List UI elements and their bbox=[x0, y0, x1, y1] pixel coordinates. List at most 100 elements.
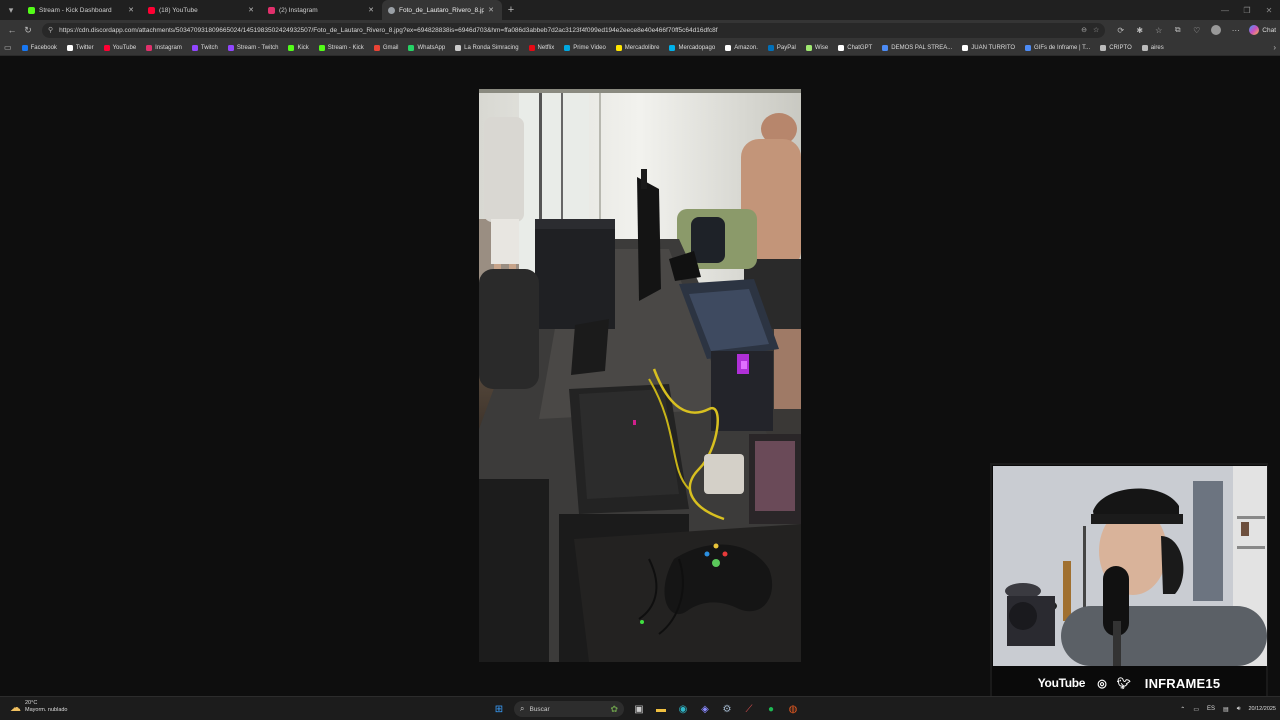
webcam-overlay: YouTube ◎ 🐦︎ INFRAME15 bbox=[990, 463, 1268, 704]
close-tab-icon[interactable]: ✕ bbox=[368, 6, 374, 14]
bookmark-paypal[interactable]: PayPal bbox=[767, 44, 796, 51]
weather-widget[interactable]: ☁ 20°C Mayorm. nublado bbox=[10, 700, 68, 714]
tab-instagram[interactable]: (2) Instagram ✕ bbox=[262, 0, 382, 20]
favorite-star-icon[interactable]: ☆ bbox=[1093, 26, 1099, 34]
reload-button[interactable]: ↻ bbox=[20, 22, 36, 38]
maximize-icon[interactable]: ❐ bbox=[1236, 0, 1258, 20]
youtube-icon bbox=[148, 6, 155, 14]
collections-icon[interactable]: ⧉ bbox=[1168, 22, 1187, 38]
bookmark-cripto[interactable]: CRIPTO bbox=[1100, 44, 1132, 51]
bookmark-twitch[interactable]: Twitch bbox=[191, 44, 218, 51]
volume-icon[interactable]: 🔊︎ bbox=[1237, 706, 1241, 713]
bookmark-label: Wise bbox=[814, 44, 829, 51]
network-icon[interactable]: ▤ bbox=[1223, 706, 1229, 713]
favorites-icon[interactable]: ☆ bbox=[1149, 22, 1168, 38]
bookmark-favicon-icon bbox=[1025, 44, 1032, 51]
extension-icon[interactable]: ⟳ bbox=[1111, 22, 1130, 38]
settings-more-icon[interactable]: ⋯ bbox=[1226, 22, 1245, 38]
bookmark-label: Mercadopago bbox=[678, 44, 716, 51]
bookmark-favicon-icon bbox=[373, 44, 380, 51]
more-bookmarks-icon[interactable]: › bbox=[1273, 43, 1276, 52]
start-menu-icon[interactable]: ⊞ bbox=[488, 700, 510, 718]
close-tab-icon[interactable]: ✕ bbox=[488, 6, 494, 14]
address-toolbar: ← ↻ ⚲ https://cdn.discordapp.com/attachm… bbox=[0, 20, 1280, 40]
language-indicator[interactable]: ES bbox=[1207, 706, 1215, 712]
bookmark-youtube[interactable]: YouTube bbox=[103, 44, 136, 51]
instagram-icon bbox=[268, 6, 275, 14]
steam-icon[interactable]: ⚙ bbox=[716, 700, 738, 718]
new-tab-button[interactable]: + bbox=[502, 0, 520, 20]
bookmark-kick[interactable]: Kick bbox=[288, 44, 309, 51]
bookmark-stream-kick[interactable]: Stream - Kick bbox=[318, 44, 364, 51]
bookmark-favicon-icon bbox=[1100, 44, 1107, 51]
bookmark-favicon-icon bbox=[1141, 44, 1148, 51]
task-view-icon[interactable]: ▣ bbox=[628, 700, 650, 718]
close-window-icon[interactable]: ✕ bbox=[1258, 0, 1280, 20]
close-tab-icon[interactable]: ✕ bbox=[248, 6, 254, 14]
obs-icon[interactable]: ◍ bbox=[782, 700, 804, 718]
bookmark-demos-pal-strea[interactable]: DEMOS PAL STREA... bbox=[882, 44, 952, 51]
bookmark-label: WhatsApp bbox=[417, 44, 446, 51]
tab-kick-dashboard[interactable]: Stream - Kick Dashboard ✕ bbox=[22, 0, 142, 20]
twitter-icon: 🐦︎ bbox=[1116, 677, 1131, 690]
davinci-resolve-icon[interactable]: ⟋ bbox=[738, 700, 760, 718]
file-explorer-icon[interactable]: ▬ bbox=[650, 700, 672, 718]
tab-label: (18) YouTube bbox=[159, 6, 198, 14]
extensions-puzzle-icon[interactable]: ✱ bbox=[1130, 22, 1149, 38]
discord-icon[interactable]: ◈ bbox=[694, 700, 716, 718]
apps-icon[interactable]: ▭ bbox=[4, 43, 12, 52]
tray-app-icon[interactable]: ▭ bbox=[1193, 706, 1199, 713]
bookmark-twitter[interactable]: Twitter bbox=[66, 44, 94, 51]
social-handles: YouTube ◎ 🐦︎ INFRAME15 bbox=[992, 668, 1266, 698]
spotify-icon[interactable]: ● bbox=[760, 700, 782, 718]
bookmark-whatsapp[interactable]: WhatsApp bbox=[408, 44, 446, 51]
bookmark-aires[interactable]: aires bbox=[1141, 44, 1164, 51]
zoom-icon[interactable]: ⊖ bbox=[1081, 26, 1087, 34]
tab-strip: ▾ Stream - Kick Dashboard ✕ (18) YouTube… bbox=[0, 0, 1280, 20]
bookmark-stream-twitch[interactable]: Stream - Twitch bbox=[227, 44, 278, 51]
bookmark-label: Twitter bbox=[75, 44, 94, 51]
bookmark-mercadolibre[interactable]: Mercadolibre bbox=[615, 44, 659, 51]
bookmark-favicon-icon bbox=[767, 44, 774, 51]
bookmark-wise[interactable]: Wise bbox=[805, 44, 829, 51]
instagram-icon: ◎ bbox=[1097, 677, 1107, 690]
close-tab-icon[interactable]: ✕ bbox=[128, 6, 134, 14]
cloudy-weather-icon: ☁ bbox=[10, 701, 21, 714]
tab-actions-icon[interactable]: ▾ bbox=[0, 0, 22, 20]
browser-essentials-icon[interactable]: ♡ bbox=[1187, 22, 1206, 38]
tab-label: Stream - Kick Dashboard bbox=[39, 6, 112, 14]
copilot-chat-button[interactable]: Chat bbox=[1249, 25, 1276, 35]
edge-browser-icon[interactable]: ◉ bbox=[672, 700, 694, 718]
site-info-icon[interactable]: ⚲ bbox=[48, 26, 53, 34]
bookmark-favicon-icon bbox=[318, 44, 325, 51]
bookmark-list: Facebook Twitter YouTube Instagram Twitch Str… bbox=[21, 44, 1174, 51]
tab-foto-jpg[interactable]: Foto_de_Lautaro_Rivero_8.jpg (720 ✕ bbox=[382, 0, 502, 20]
bookmark-favicon-icon bbox=[882, 44, 889, 51]
bookmark-chatgpt[interactable]: ChatGPT bbox=[838, 44, 872, 51]
bookmark-instagram[interactable]: Instagram bbox=[146, 44, 182, 51]
window-controls: — ❐ ✕ bbox=[1214, 0, 1280, 20]
bookmark-prime-video[interactable]: Prime Video bbox=[564, 44, 606, 51]
bookmark-amazon[interactable]: Amazon. bbox=[725, 44, 758, 51]
bookmark-juan-turrito[interactable]: JUAN TURRITO bbox=[962, 44, 1016, 51]
minimize-icon[interactable]: — bbox=[1214, 0, 1236, 20]
system-tray: ⌃ ▭ ES ▤ 🔊︎ 20/12/2025 bbox=[1172, 699, 1276, 719]
clock[interactable]: 20/12/2025 bbox=[1248, 706, 1276, 713]
bookmark-gmail[interactable]: Gmail bbox=[373, 44, 398, 51]
back-button[interactable]: ← bbox=[4, 22, 20, 38]
bookmark-label: JUAN TURRITO bbox=[971, 44, 1016, 51]
taskbar-search[interactable]: ⌕ Buscar ✿ bbox=[514, 701, 624, 717]
tray-overflow-icon[interactable]: ⌃ bbox=[1180, 706, 1185, 713]
bookmark-netflix[interactable]: Netflix bbox=[528, 44, 554, 51]
bookmark-mercadopago[interactable]: Mercadopago bbox=[669, 44, 716, 51]
bookmark-facebook[interactable]: Facebook bbox=[21, 44, 57, 51]
tab-youtube[interactable]: (18) YouTube ✕ bbox=[142, 0, 262, 20]
tab-label: (2) Instagram bbox=[279, 6, 318, 14]
address-bar[interactable]: ⚲ https://cdn.discordapp.com/attachments… bbox=[42, 22, 1106, 38]
profile-avatar[interactable] bbox=[1211, 25, 1222, 35]
weather-description: Mayorm. nublado bbox=[25, 707, 68, 713]
bookmark-gifs-de-inframe-t[interactable]: GIFs de Inframe | T... bbox=[1025, 44, 1091, 51]
bookmark-label: Kick bbox=[297, 44, 309, 51]
bookmark-la-ronda-simracing[interactable]: La Ronda Simracing bbox=[455, 44, 519, 51]
bookmark-label: GIFs de Inframe | T... bbox=[1034, 44, 1091, 51]
